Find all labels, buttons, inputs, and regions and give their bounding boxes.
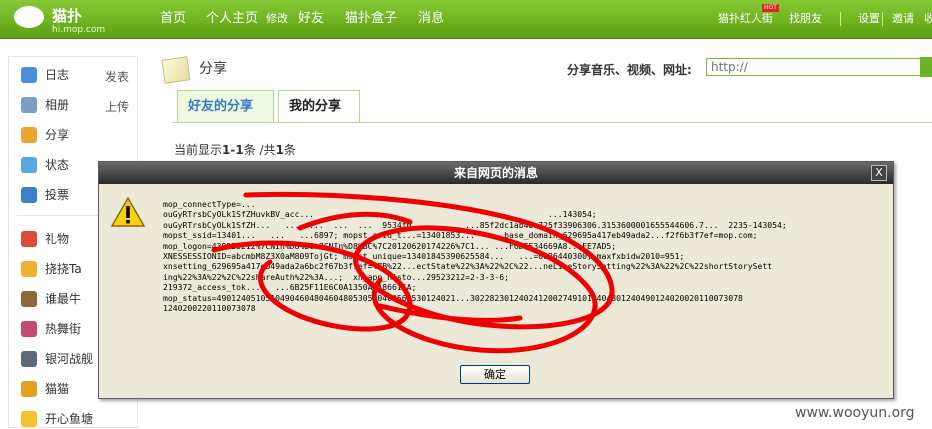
nav-more[interactable]: 收 <box>924 0 932 38</box>
nav-separator <box>840 12 841 26</box>
watermark: www.wooyun.org <box>795 405 915 421</box>
nav-home[interactable]: 首页 <box>160 0 186 38</box>
sidebar-item-diary[interactable]: 日志 <box>45 65 69 85</box>
nav-invite[interactable]: 邀请 <box>892 0 914 38</box>
tab-my-shares[interactable]: 我的分享 <box>278 90 360 123</box>
nav-separator <box>882 12 883 26</box>
sidebar-item-album[interactable]: 相册 <box>45 95 69 115</box>
logo-text: 猫扑 <box>52 7 83 25</box>
sidebar-item-dance[interactable]: 热舞街 <box>45 319 81 339</box>
sidebar-item-share[interactable]: 分享 <box>45 125 69 145</box>
page-title: 分享 <box>199 61 227 77</box>
share-url-input[interactable] <box>706 58 932 76</box>
status-icon <box>21 157 37 173</box>
share-submit-button[interactable] <box>920 57 932 77</box>
tabs-underline <box>172 122 932 123</box>
sidebar-item-status[interactable]: 状态 <box>45 155 69 175</box>
nav-box[interactable]: 猫扑盒子 <box>345 0 397 38</box>
vote-icon <box>21 187 37 203</box>
sidebar-item-cat[interactable]: 猫猫 <box>45 379 69 399</box>
cat-icon <box>21 381 37 397</box>
who-icon <box>21 291 37 307</box>
nav-friends[interactable]: 好友 <box>298 0 324 38</box>
top-navigation-bar: 猫扑 hi.mop.com 首页 个人主页 修改 好友 猫扑盒子 消息 猫扑红人… <box>0 0 932 39</box>
nav-find-friends[interactable]: 找朋友 <box>789 0 822 38</box>
nav-edit[interactable]: 修改 <box>266 0 288 38</box>
sidebar-item-who-best[interactable]: 谁最牛 <box>45 289 81 309</box>
sidebar-item-fish-pond[interactable]: 开心鱼塘 <box>45 409 93 429</box>
ship-icon <box>21 351 37 367</box>
photo-icon <box>21 97 37 113</box>
share-note-icon <box>161 56 191 84</box>
upload-photo-link[interactable]: 上传 <box>105 98 129 115</box>
logo-cat-icon <box>14 6 44 28</box>
share-icon <box>21 127 37 143</box>
poke-icon <box>21 261 37 277</box>
dialog-message-cookie-dump: mop_connectType=... ouGyRTrsbCyOLk1SfZHu… <box>163 199 787 314</box>
result-count: 当前显示1-1条 /共1条 <box>174 143 296 157</box>
tab-friends-shares[interactable]: 好友的分享 <box>177 90 274 122</box>
sidebar-item-vote[interactable]: 投票 <box>45 185 69 205</box>
nav-settings[interactable]: 设置 <box>858 0 880 38</box>
dance-icon <box>21 321 37 337</box>
gift-icon <box>21 231 37 247</box>
hot-badge: HOT <box>762 4 779 12</box>
warning-icon <box>111 197 145 227</box>
nav-profile[interactable]: 个人主页 <box>206 0 258 38</box>
nav-messages[interactable]: 消息 <box>418 0 444 38</box>
post-diary-link[interactable]: 发表 <box>105 68 129 85</box>
ok-button[interactable]: 确定 <box>460 365 530 384</box>
sidebar-item-gift[interactable]: 礼物 <box>45 229 69 249</box>
diary-icon <box>21 67 37 83</box>
site-logo[interactable]: 猫扑 hi.mop.com <box>8 2 126 36</box>
sidebar-item-poke[interactable]: 挠挠Ta <box>45 259 82 279</box>
logo-subtitle: hi.mop.com <box>52 25 106 35</box>
dialog-close-button[interactable]: X <box>871 165 887 181</box>
sidebar-item-galaxy-ship[interactable]: 银河战舰 <box>45 349 93 369</box>
alert-dialog: 来自网页的消息 X mop_connectType=... ouGyRTrsbC… <box>98 161 894 399</box>
share-url-label: 分享音乐、视频、网址: <box>567 63 692 77</box>
dialog-title: 来自网页的消息 <box>99 162 893 184</box>
